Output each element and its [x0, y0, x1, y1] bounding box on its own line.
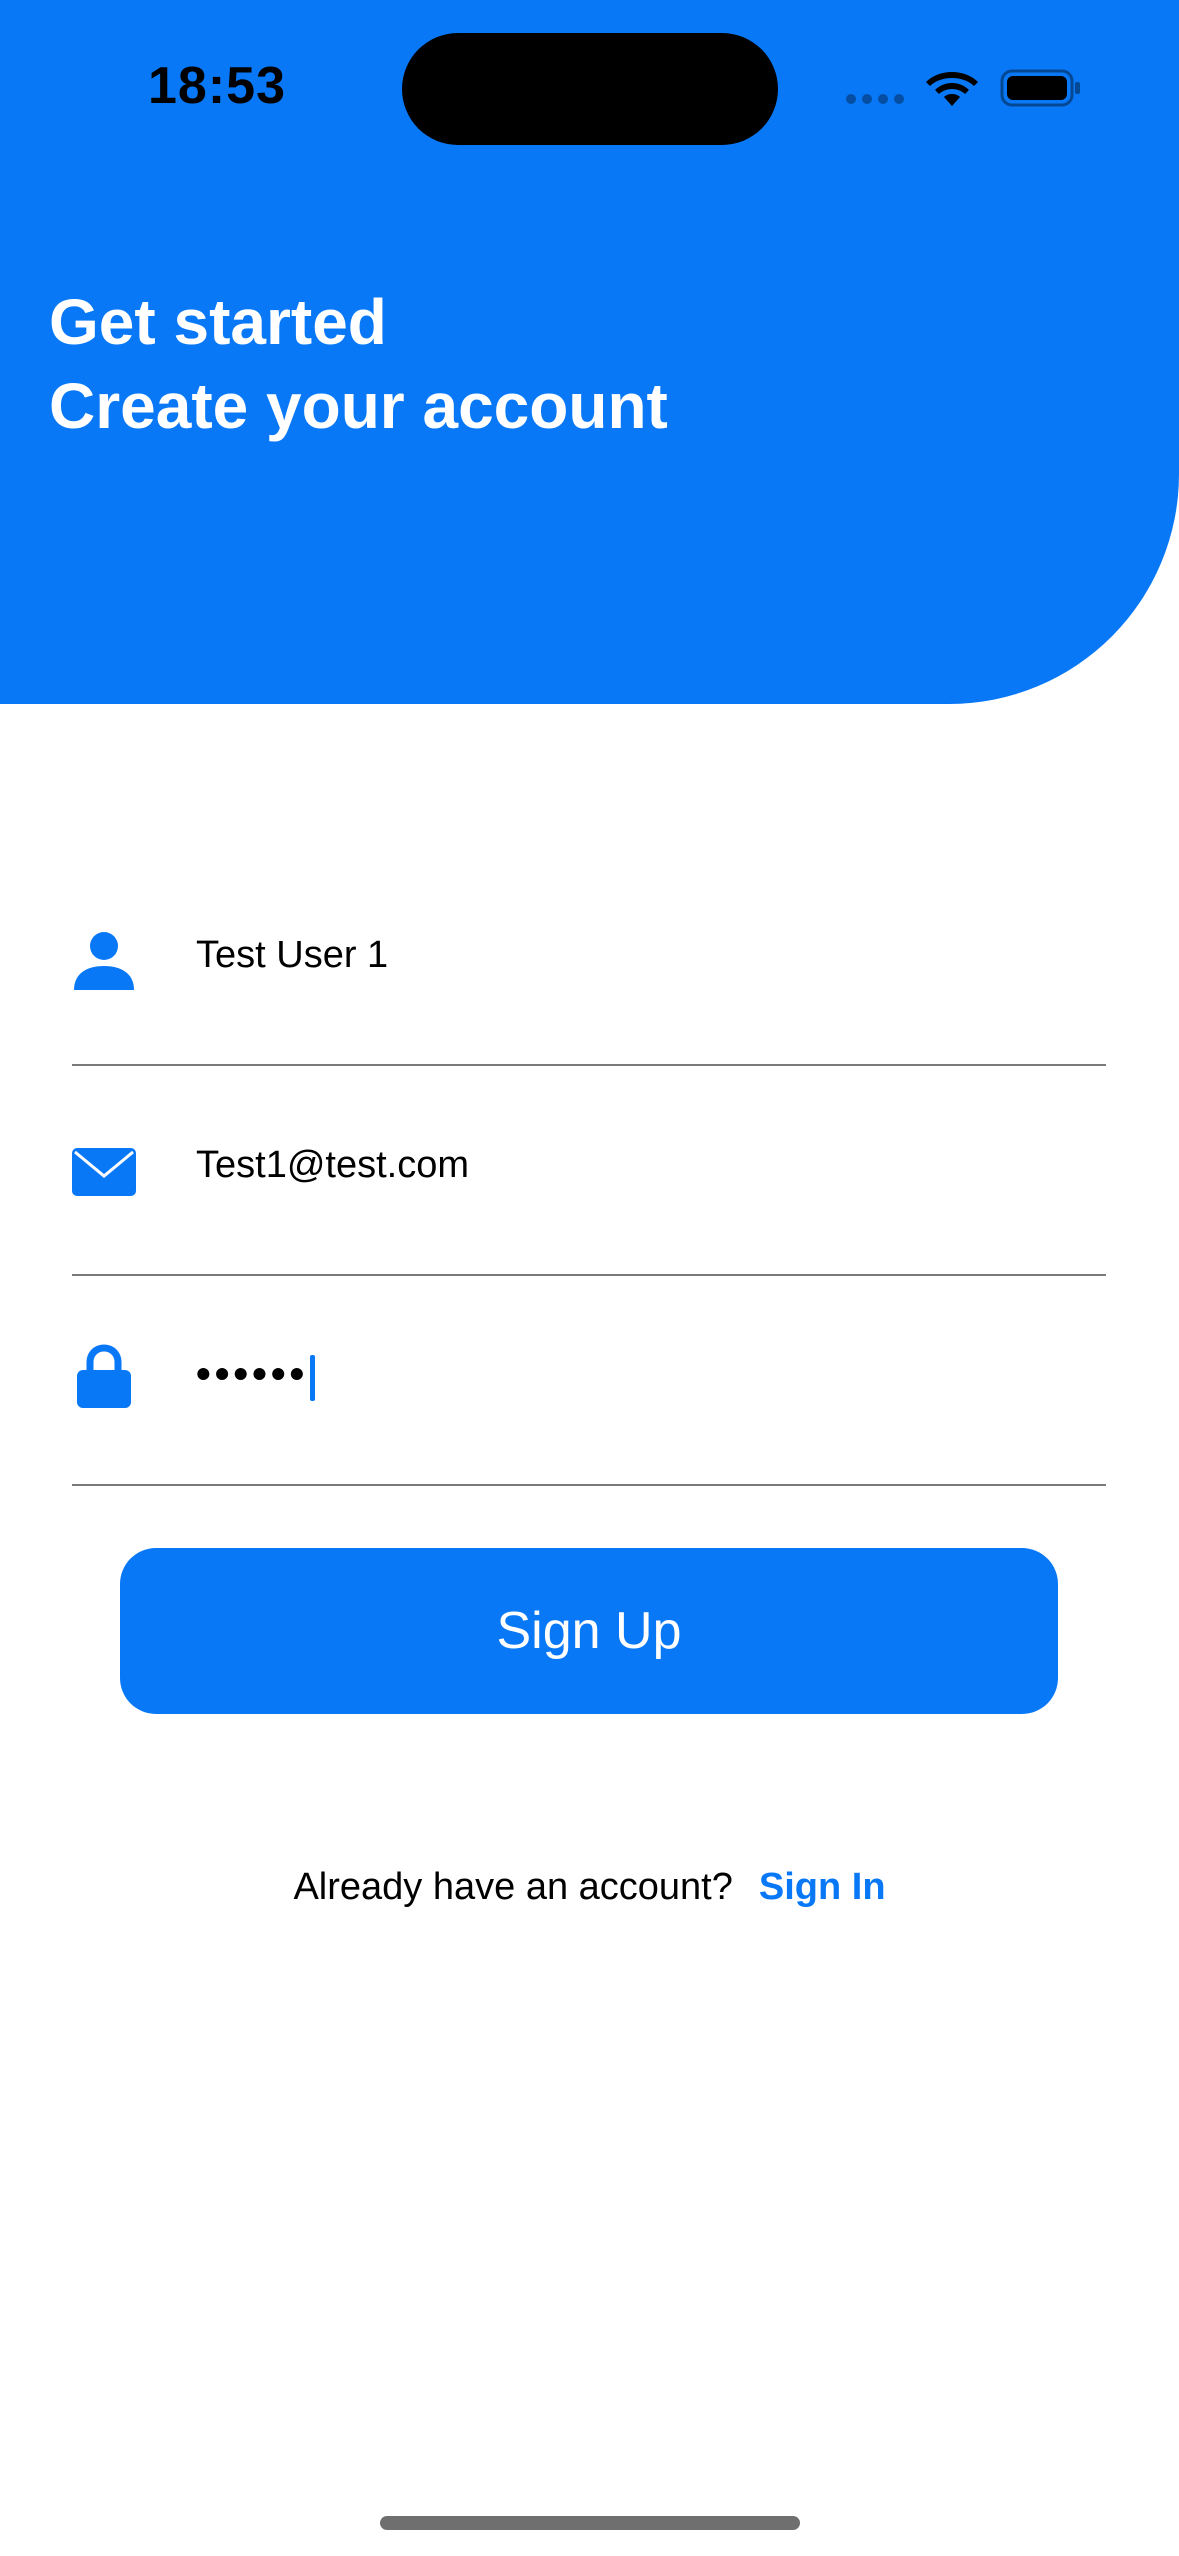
password-field[interactable]: •••••• [72, 1344, 1106, 1486]
envelope-icon [72, 1148, 136, 1196]
name-divider [72, 1064, 1106, 1066]
signin-prompt-text: Already have an account? [293, 1866, 733, 1908]
page-title: Get started [49, 286, 387, 358]
lock-icon [77, 1344, 131, 1408]
person-icon [74, 932, 134, 990]
email-divider [72, 1274, 1106, 1276]
signup-button[interactable]: Sign Up [120, 1548, 1058, 1714]
email-input[interactable]: Test1@test.com [196, 1144, 469, 1187]
wifi-icon [926, 72, 978, 106]
home-indicator[interactable] [380, 2516, 800, 2530]
password-masked-value: •••••• [196, 1350, 309, 1397]
signup-screen: 18:53 Get started Create your account Te… [0, 0, 1179, 2556]
status-time: 18:53 [148, 57, 286, 115]
signin-prompt-row: Already have an account? Sign In [0, 1866, 1179, 1909]
password-input[interactable]: •••••• [196, 1350, 316, 1401]
dynamic-island [402, 33, 778, 145]
battery-icon [1000, 69, 1080, 107]
name-input[interactable]: Test User 1 [196, 934, 388, 977]
name-field[interactable]: Test User 1 [72, 930, 1106, 1066]
password-divider [72, 1484, 1106, 1486]
text-caret [310, 1354, 316, 1401]
email-field[interactable]: Test1@test.com [72, 1140, 1106, 1276]
signin-link[interactable]: Sign In [759, 1866, 886, 1908]
cellular-signal-icon [846, 94, 904, 104]
page-subtitle: Create your account [49, 370, 668, 442]
